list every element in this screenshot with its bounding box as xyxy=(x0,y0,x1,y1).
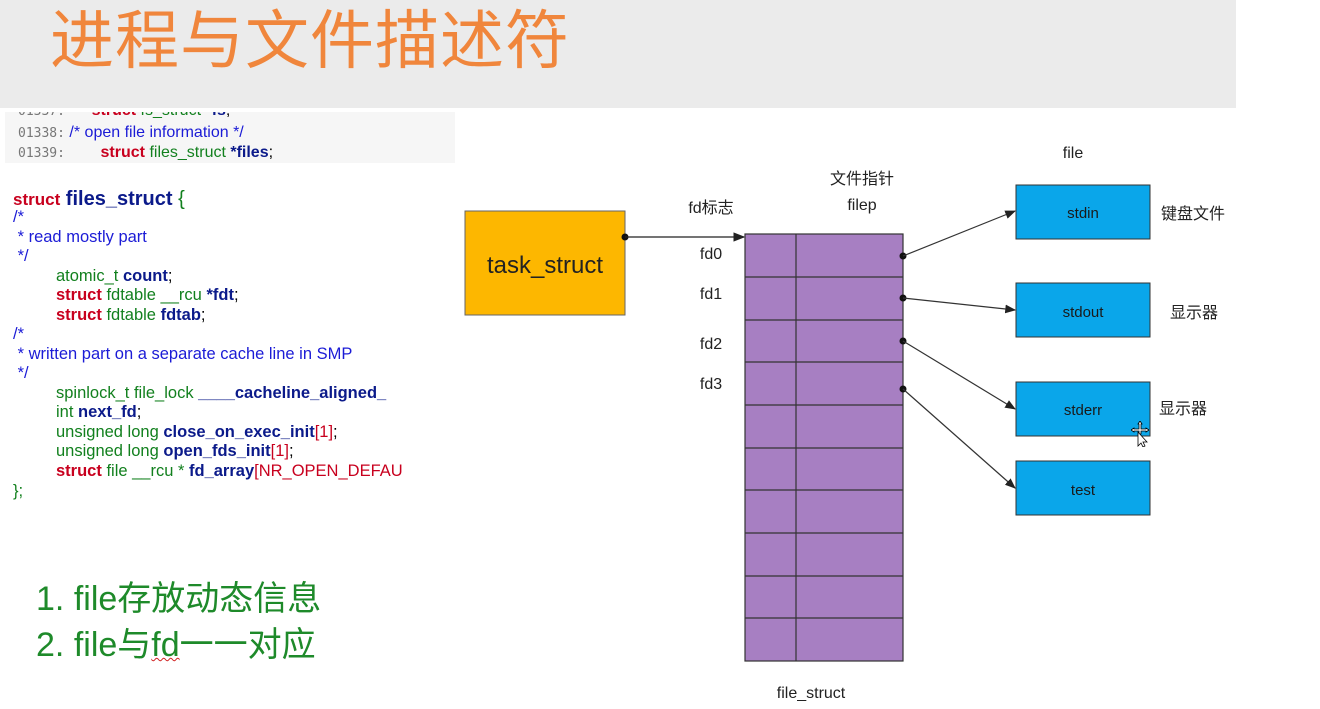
file-box-stderr: stderr xyxy=(1015,381,1151,437)
bullet-item-1: 1. file存放动态信息 xyxy=(36,580,322,618)
task-struct-box xyxy=(464,210,626,316)
file-box xyxy=(1015,381,1151,437)
file-box xyxy=(1015,282,1151,338)
code-snippet-top: 01337: struct fs_struct *fs; 01338: /* o… xyxy=(5,112,455,163)
fd-label-2: fd2 xyxy=(700,336,722,353)
file-label: test xyxy=(1071,482,1096,499)
code-line-clipped: 01337: struct fs_struct *fs; xyxy=(18,112,230,122)
pointer-dot-fd2 xyxy=(899,337,907,345)
comment-open-2: /* xyxy=(13,325,25,343)
pointer-dot-fd3 xyxy=(899,385,907,393)
file-box-stdout: stdout xyxy=(1015,282,1151,338)
bullet-item-2: 2. file与fd一一对应 xyxy=(36,626,316,664)
pointer-dot-fd1 xyxy=(899,294,907,302)
title-bar: 进程与文件描述符 xyxy=(0,0,1236,108)
file-label: stdin xyxy=(1067,205,1099,222)
bullet-list: 1. file存放动态信息 2. file与fd一一对应 xyxy=(36,576,321,668)
file-box xyxy=(1015,460,1151,516)
file-box-stdin: stdin xyxy=(1015,184,1151,240)
field-fdtab: struct fdtable fdtab; xyxy=(56,306,206,324)
file-label: stderr xyxy=(1064,402,1102,419)
pointer-dot-fd0 xyxy=(899,252,907,260)
table-label: file_struct xyxy=(777,685,846,702)
comment-read-mostly: * read mostly part xyxy=(13,228,147,246)
fd-header: fd标志 xyxy=(688,199,733,217)
arrow-fd0-stdin xyxy=(902,210,1017,257)
comment-close: */ xyxy=(13,247,29,265)
field-open-fds: unsigned long open_fds_init[1]; xyxy=(56,442,294,460)
file-desc-stdout: 显示器 xyxy=(1170,304,1218,322)
file-box-test: test xyxy=(1015,460,1151,516)
mouse-cursor-icon xyxy=(1131,421,1149,447)
file-box xyxy=(1015,184,1151,240)
task-pointer-dot xyxy=(621,233,629,241)
struct-close: }; xyxy=(13,482,24,500)
code-line-1339: 01339: struct files_struct *files; xyxy=(18,144,274,161)
arrow-fd2-stderr xyxy=(902,340,1016,410)
fd-label-0: fd0 xyxy=(700,246,722,263)
code-line-1338: 01338: /* open file information */ xyxy=(18,124,244,141)
file-header: file xyxy=(1063,145,1084,162)
field-close-on-exec: unsigned long close_on_exec_init[1]; xyxy=(56,423,338,441)
comment-close-2: */ xyxy=(13,364,29,382)
arrow-fd3-test xyxy=(902,388,1016,489)
struct-decl: struct files_struct { xyxy=(13,188,185,210)
file-desc-stdin: 键盘文件 xyxy=(1161,204,1225,223)
comment-open: /* xyxy=(13,208,25,226)
field-file-lock: spinlock_t file_lock ____cacheline_align… xyxy=(56,384,387,402)
filep-header: filep xyxy=(847,197,876,214)
file-label: stdout xyxy=(1063,304,1105,321)
field-next-fd: int next_fd; xyxy=(56,403,142,421)
filep-header-cn: 文件指针 xyxy=(830,170,894,188)
fd-label-3: fd3 xyxy=(700,376,722,393)
file-struct-table xyxy=(744,233,904,662)
file-desc-stderr: 显示器 xyxy=(1159,400,1207,418)
page-title: 进程与文件描述符 xyxy=(50,5,570,79)
field-fdt: struct fdtable __rcu *fdt; xyxy=(56,286,239,304)
arrow-fd1-stdout xyxy=(902,297,1017,314)
comment-written-part: * written part on a separate cache line … xyxy=(13,345,353,363)
table-body xyxy=(744,233,904,662)
field-fd-array: struct file __rcu * fd_array[NR_OPEN_DEF… xyxy=(56,462,403,480)
task-struct-label: task_struct xyxy=(487,252,603,279)
fd-label-1: fd1 xyxy=(700,286,722,303)
field-count: atomic_t count; xyxy=(56,267,173,285)
code-struct-files: struct files_struct { /* * read mostly p… xyxy=(13,186,461,516)
